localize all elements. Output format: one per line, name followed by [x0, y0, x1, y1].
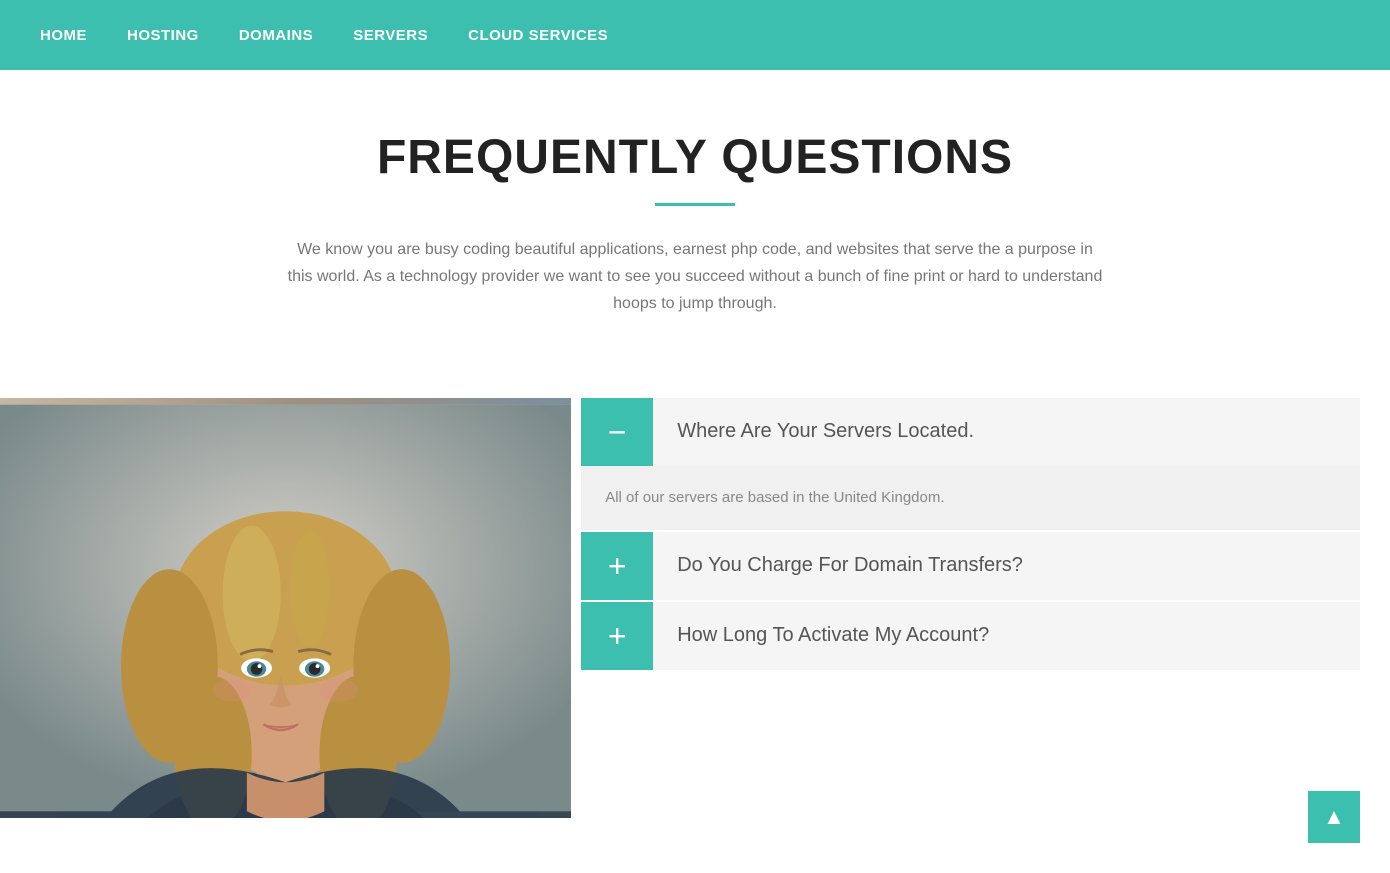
woman-photo: [0, 398, 571, 818]
nav-cloud-services[interactable]: CLOUD SERVICES: [468, 27, 608, 44]
faq-question-2: Do You Charge For Domain Transfers?: [653, 532, 1360, 600]
hero-divider: [655, 203, 735, 206]
hero-description: We know you are busy coding beautiful ap…: [285, 236, 1105, 318]
faq-item-1: −Where Are Your Servers Located.All of o…: [581, 398, 1360, 530]
faq-toggle-3[interactable]: +: [581, 602, 653, 670]
faq-answer-1: All of our servers are based in the Unit…: [581, 466, 1360, 530]
nav-hosting[interactable]: HOSTING: [127, 27, 199, 44]
nav-servers[interactable]: SERVERS: [353, 27, 428, 44]
scroll-top-button[interactable]: ▲: [1308, 791, 1360, 843]
faq-header-1[interactable]: −Where Are Your Servers Located.: [581, 398, 1360, 466]
faq-item-2: +Do You Charge For Domain Transfers?We d…: [581, 532, 1360, 600]
scroll-top-icon: ▲: [1323, 804, 1345, 830]
faq-question-3: How Long To Activate My Account?: [653, 602, 1360, 670]
faq-header-3[interactable]: +How Long To Activate My Account?: [581, 602, 1360, 670]
faq-question-1: Where Are Your Servers Located.: [653, 398, 1360, 466]
nav-domains[interactable]: DOMAINS: [239, 27, 313, 44]
content-area: −Where Are Your Servers Located.All of o…: [0, 358, 1390, 858]
hero-section: FREQUENTLY QUESTIONS We know you are bus…: [0, 70, 1390, 358]
page-title: FREQUENTLY QUESTIONS: [40, 130, 1350, 185]
left-image-panel: [0, 398, 571, 818]
faq-toggle-2[interactable]: +: [581, 532, 653, 600]
faq-toggle-1[interactable]: −: [581, 398, 653, 466]
nav-home[interactable]: HOME: [40, 27, 87, 44]
main-nav: HOME HOSTING DOMAINS SERVERS CLOUD SERVICES: [0, 0, 1390, 70]
faq-section: −Where Are Your Servers Located.All of o…: [571, 398, 1360, 818]
faq-item-3: +How Long To Activate My Account?Account…: [581, 602, 1360, 670]
faq-header-2[interactable]: +Do You Charge For Domain Transfers?: [581, 532, 1360, 600]
